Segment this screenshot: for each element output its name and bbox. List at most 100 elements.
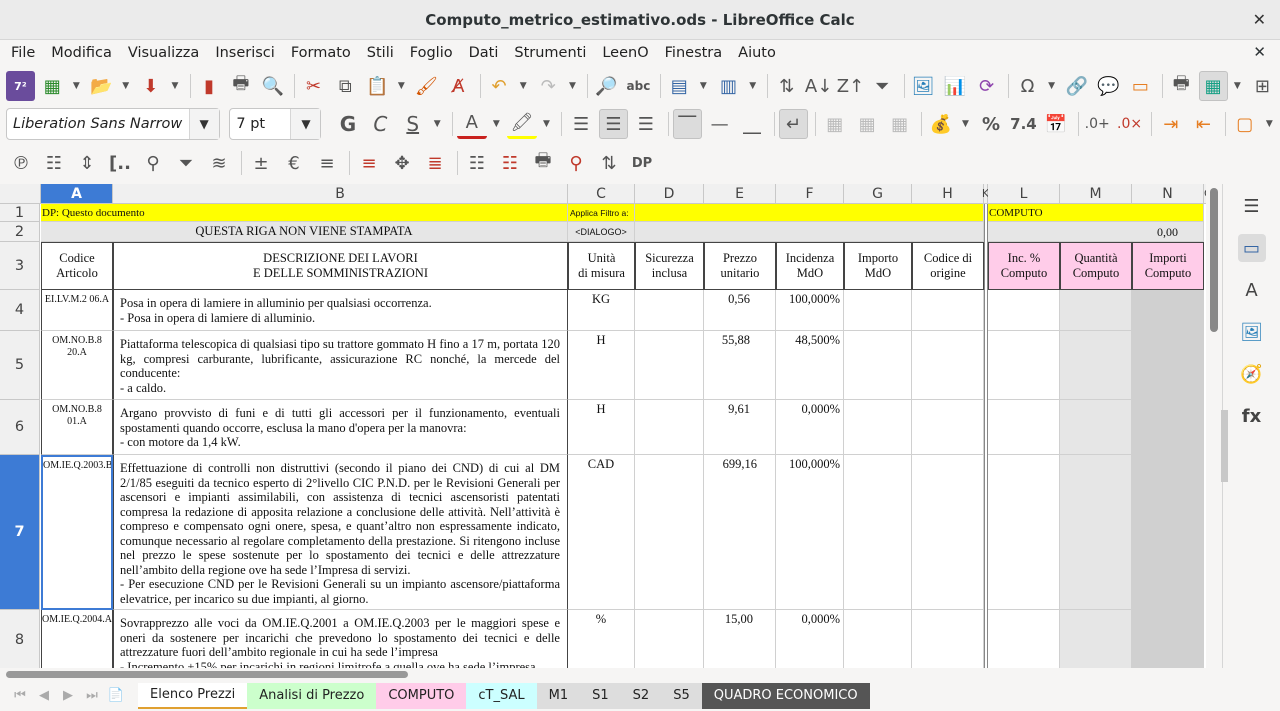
- highlight-dropdown-icon[interactable]: ▼: [540, 109, 554, 139]
- cell-code[interactable]: OM.NO.B.8 01.A: [41, 400, 113, 455]
- cell-description[interactable]: Sovrapprezzo alle voci da OM.IE.Q.2001 a…: [113, 610, 568, 668]
- sidebar-collapse-handle[interactable]: [1221, 410, 1228, 482]
- cell-d1[interactable]: [635, 204, 984, 222]
- underline-dropdown-icon[interactable]: ▼: [430, 109, 444, 139]
- cell-mdo-amount[interactable]: [844, 610, 912, 668]
- leeno-logo-icon[interactable]: ℗: [6, 148, 36, 178]
- navigator-icon[interactable]: 🧭: [1238, 360, 1266, 388]
- sheet-tab[interactable]: Elenco Prezzi: [138, 682, 248, 709]
- new-document-icon[interactable]: ▦: [38, 71, 67, 101]
- cell-qty-computo[interactable]: [1060, 610, 1132, 668]
- list-icon[interactable]: ☷: [39, 148, 69, 178]
- cell-description[interactable]: Effettuazione di controlli non distrutti…: [113, 455, 568, 610]
- cell-code[interactable]: OM.IE.Q.2004.A: [41, 610, 113, 668]
- cell-mdo-percent[interactable]: 0,000%: [776, 400, 844, 455]
- header-codice-origine[interactable]: Codice di origine: [912, 242, 984, 290]
- cell-c1[interactable]: Applica Filtro a:: [568, 204, 635, 222]
- red-filter-icon[interactable]: ⚲: [561, 148, 591, 178]
- comment-icon[interactable]: 💬: [1094, 71, 1123, 101]
- font-size-dropdown-icon[interactable]: ▼: [290, 109, 321, 139]
- merge-center-icon[interactable]: ▦: [852, 109, 881, 139]
- align-middle-icon[interactable]: —: [705, 109, 734, 139]
- sheet-tab[interactable]: Analisi di Prezzo: [247, 682, 377, 709]
- row-header-8[interactable]: 8: [0, 610, 40, 668]
- styles-icon[interactable]: A: [1238, 276, 1266, 304]
- cell-importi-computo[interactable]: [1132, 400, 1204, 455]
- clear-formatting-icon[interactable]: A̸: [444, 71, 473, 101]
- sheet-tab[interactable]: S2: [620, 682, 662, 709]
- unmerge-cells-icon[interactable]: ▦: [885, 109, 914, 139]
- filter-icon[interactable]: ⏷: [171, 148, 201, 178]
- cell-unit[interactable]: KG: [568, 290, 635, 331]
- cell-unit[interactable]: %: [568, 610, 635, 668]
- column-header-h[interactable]: H: [912, 184, 984, 204]
- font-color-icon[interactable]: A: [457, 109, 487, 139]
- column-header-c2[interactable]: C: [1204, 184, 1206, 204]
- menu-inserisci[interactable]: Inserisci: [207, 45, 283, 61]
- functions-icon[interactable]: fx: [1238, 402, 1266, 430]
- pin-icon[interactable]: ⚲: [138, 148, 168, 178]
- paste-icon[interactable]: 📋: [363, 71, 392, 101]
- cell-price[interactable]: 0,56: [704, 290, 776, 331]
- cell-origin-code[interactable]: [912, 400, 984, 455]
- paste-dropdown-icon[interactable]: ▼: [395, 71, 408, 101]
- column-header-f[interactable]: F: [776, 184, 844, 204]
- leeno-icon[interactable]: 7²: [6, 71, 35, 101]
- copy-icon[interactable]: ⧉: [331, 71, 360, 101]
- red-list-icon[interactable]: ☷: [495, 148, 525, 178]
- cell-importi-computo[interactable]: [1132, 455, 1204, 610]
- cell-d2[interactable]: [635, 222, 984, 242]
- row-header-7[interactable]: 7: [0, 455, 40, 610]
- highlight-color-icon[interactable]: 🖍: [507, 109, 537, 139]
- sum-icon[interactable]: ±: [246, 148, 276, 178]
- redo-icon[interactable]: ↷: [534, 71, 563, 101]
- sheet-tab[interactable]: M1: [536, 682, 581, 709]
- decrease-indent-icon[interactable]: ⇤: [1189, 109, 1218, 139]
- percent-format-icon[interactable]: %: [976, 109, 1005, 139]
- cell-inc-computo[interactable]: [988, 290, 1060, 331]
- red-lines-icon[interactable]: ≡: [354, 148, 384, 178]
- first-sheet-icon[interactable]: ⏮: [8, 688, 32, 703]
- cell-mdo-percent[interactable]: 100,000%: [776, 455, 844, 610]
- increase-indent-icon[interactable]: ⇥: [1156, 109, 1185, 139]
- cell-price[interactable]: 699,16: [704, 455, 776, 610]
- menu-aiuto[interactable]: Aiuto: [730, 45, 784, 61]
- cell-b2[interactable]: QUESTA RIGA NON VIENE STAMPATA: [41, 222, 568, 242]
- sheet-tab[interactable]: S1: [580, 682, 621, 709]
- vertical-scrollbar[interactable]: [1207, 184, 1221, 668]
- cell-unit[interactable]: H: [568, 331, 635, 400]
- menu-strumenti[interactable]: Strumenti: [506, 45, 594, 61]
- cell-importi-computo[interactable]: [1132, 331, 1204, 400]
- clone-formatting-icon[interactable]: 🖌: [412, 71, 441, 101]
- column-header-l[interactable]: L: [988, 184, 1060, 204]
- sidebar-menu-icon[interactable]: ☰: [1238, 192, 1266, 220]
- column-header-b[interactable]: B: [113, 184, 568, 204]
- print-icon[interactable]: 🖶: [226, 71, 255, 101]
- menu-formato[interactable]: Formato: [283, 45, 359, 61]
- cell-code[interactable]: EI.LV.M.2 06.A: [41, 290, 113, 331]
- align-bottom-icon[interactable]: ⎽: [737, 109, 766, 139]
- sheet-tab[interactable]: COMPUTO: [376, 682, 467, 709]
- header-unita-misura[interactable]: Unità di misura: [568, 242, 635, 290]
- merge-cells-icon[interactable]: ▦: [820, 109, 849, 139]
- currency-dropdown-icon[interactable]: ▼: [959, 109, 973, 139]
- cell-description[interactable]: Posa in opera di lamiere in alluminio pe…: [113, 290, 568, 331]
- cell-inc-computo[interactable]: [988, 455, 1060, 610]
- cell-unit[interactable]: CAD: [568, 455, 635, 610]
- sort-az-icon[interactable]: ⇅: [594, 148, 624, 178]
- cell-inc-computo[interactable]: [988, 400, 1060, 455]
- cell-qty-computo[interactable]: [1060, 400, 1132, 455]
- row-header-6[interactable]: 6: [0, 400, 40, 455]
- gallery-icon[interactable]: 🖼: [1238, 318, 1266, 346]
- spelling-icon[interactable]: abc: [624, 71, 653, 101]
- printer-icon[interactable]: 🖶: [528, 148, 558, 178]
- open-folder-icon[interactable]: 📂: [87, 71, 116, 101]
- pivot-table-icon[interactable]: ⟳: [972, 71, 1001, 101]
- add-decimal-icon[interactable]: .0+: [1083, 109, 1112, 139]
- header-descrizione[interactable]: DESCRIZIONE DEI LAVORI E DELLE SOMMINIST…: [113, 242, 568, 290]
- previous-sheet-icon[interactable]: ◀: [32, 688, 56, 703]
- delete-lines-icon[interactable]: ≣: [420, 148, 450, 178]
- move-icon[interactable]: ✥: [387, 148, 417, 178]
- number-format-icon[interactable]: 7.4: [1009, 109, 1038, 139]
- currency-format-icon[interactable]: 💰: [926, 109, 955, 139]
